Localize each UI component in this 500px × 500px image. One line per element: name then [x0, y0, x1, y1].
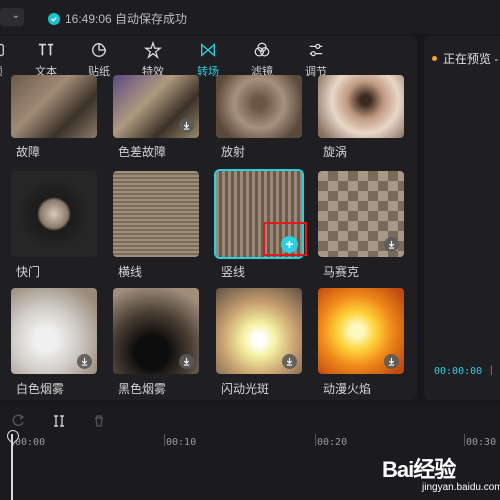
- tab-effects[interactable]: 特效: [128, 38, 178, 78]
- text-icon: [21, 40, 71, 60]
- ruler-tick-label: 00:00: [15, 437, 46, 448]
- transition-thumbnail: [11, 288, 97, 374]
- ruler-tick: [164, 434, 165, 446]
- download-icon[interactable]: [384, 354, 399, 369]
- top-bar: ⌄ 16:49:06 自动保存成功: [0, 0, 500, 34]
- download-icon[interactable]: [179, 354, 194, 369]
- transition-thumbnail: [11, 171, 97, 257]
- transition-icon: [183, 40, 233, 60]
- transition-label: 旋涡: [323, 145, 348, 159]
- transition-label: 黑色烟雾: [118, 382, 167, 396]
- transition-thumbnail: [113, 288, 199, 374]
- chevron-down-icon: ⌄: [11, 10, 20, 21]
- transition-thumbnail: [113, 75, 199, 138]
- tab-text[interactable]: 文本: [21, 38, 71, 78]
- project-dropdown[interactable]: ⌄: [0, 8, 24, 26]
- transition-thumbnail: [318, 75, 404, 138]
- preview-panel: 正在预览 - 00:00:00 |: [424, 36, 500, 400]
- transition-label: 竖线: [221, 265, 246, 279]
- tab-media[interactable]: 频: [0, 38, 22, 78]
- timecode-separator: |: [490, 365, 493, 376]
- transition-thumbnail: [216, 75, 302, 138]
- transition-thumbnail: [11, 75, 97, 138]
- baidu-jingyan-watermark: Bai经验 jingyan.baidu.com: [382, 446, 500, 500]
- autosave-text: 16:49:06 自动保存成功: [65, 12, 188, 26]
- watermark-url: jingyan.baidu.com: [422, 482, 500, 493]
- effects-icon: [128, 40, 178, 60]
- ruler-tick-label: 00:10: [166, 437, 197, 448]
- transition-label: 动漫火焰: [323, 382, 372, 396]
- transition-label: 色差故障: [118, 145, 167, 159]
- preview-title-text: 正在预览 -: [443, 52, 499, 66]
- status-dot-icon: [432, 56, 437, 61]
- download-icon[interactable]: [282, 354, 297, 369]
- preview-timecode: 00:00:00: [434, 366, 483, 377]
- transition-label: 横线: [118, 265, 143, 279]
- delete-icon[interactable]: [90, 412, 108, 430]
- playhead[interactable]: [11, 434, 13, 500]
- adjust-icon: [291, 40, 341, 60]
- filter-icon: [237, 40, 287, 60]
- preview-title: 正在预览 -: [432, 50, 498, 67]
- split-icon[interactable]: [50, 412, 68, 430]
- redo-icon[interactable]: [10, 412, 28, 430]
- transition-thumbnail: [113, 171, 199, 257]
- tab-transition[interactable]: 转场: [183, 38, 233, 78]
- download-icon[interactable]: [77, 354, 92, 369]
- tab-filter[interactable]: 滤镜: [237, 38, 287, 78]
- download-icon[interactable]: [384, 237, 399, 252]
- transition-label: 放射: [221, 145, 246, 159]
- check-circle-icon: [48, 12, 60, 25]
- highlight-box: [263, 222, 307, 256]
- sticker-icon: [74, 40, 124, 60]
- transition-grid: 故障 色差故障 放射 旋涡 快门 横线 + 竖线 马赛克 白色烟雾 黑色烟雾 闪…: [0, 75, 417, 400]
- ruler-tick-label: 00:20: [317, 437, 348, 448]
- media-icon: [0, 40, 22, 60]
- download-icon[interactable]: [179, 118, 194, 133]
- transition-label: 快门: [16, 265, 41, 279]
- tab-adjust[interactable]: 调节: [291, 38, 341, 78]
- autosave-status: 16:49:06 自动保存成功: [48, 10, 187, 27]
- transition-thumbnail: [216, 288, 302, 374]
- ruler-tick: [464, 434, 465, 446]
- tab-sticker[interactable]: 贴纸: [74, 38, 124, 78]
- transition-thumbnail: [318, 288, 404, 374]
- asset-toolbar: 频 文本 贴纸 特效 转场: [0, 36, 417, 80]
- transition-label: 闪动光斑: [221, 382, 270, 396]
- transition-label: 白色烟雾: [16, 382, 65, 396]
- transition-label: 故障: [16, 145, 41, 159]
- asset-panel: 频 文本 贴纸 特效 转场: [0, 36, 417, 400]
- ruler-tick: [315, 434, 316, 446]
- transition-label: 马赛克: [323, 265, 360, 279]
- transition-thumbnail: [318, 171, 404, 257]
- watermark-brand: Bai经验: [382, 457, 456, 482]
